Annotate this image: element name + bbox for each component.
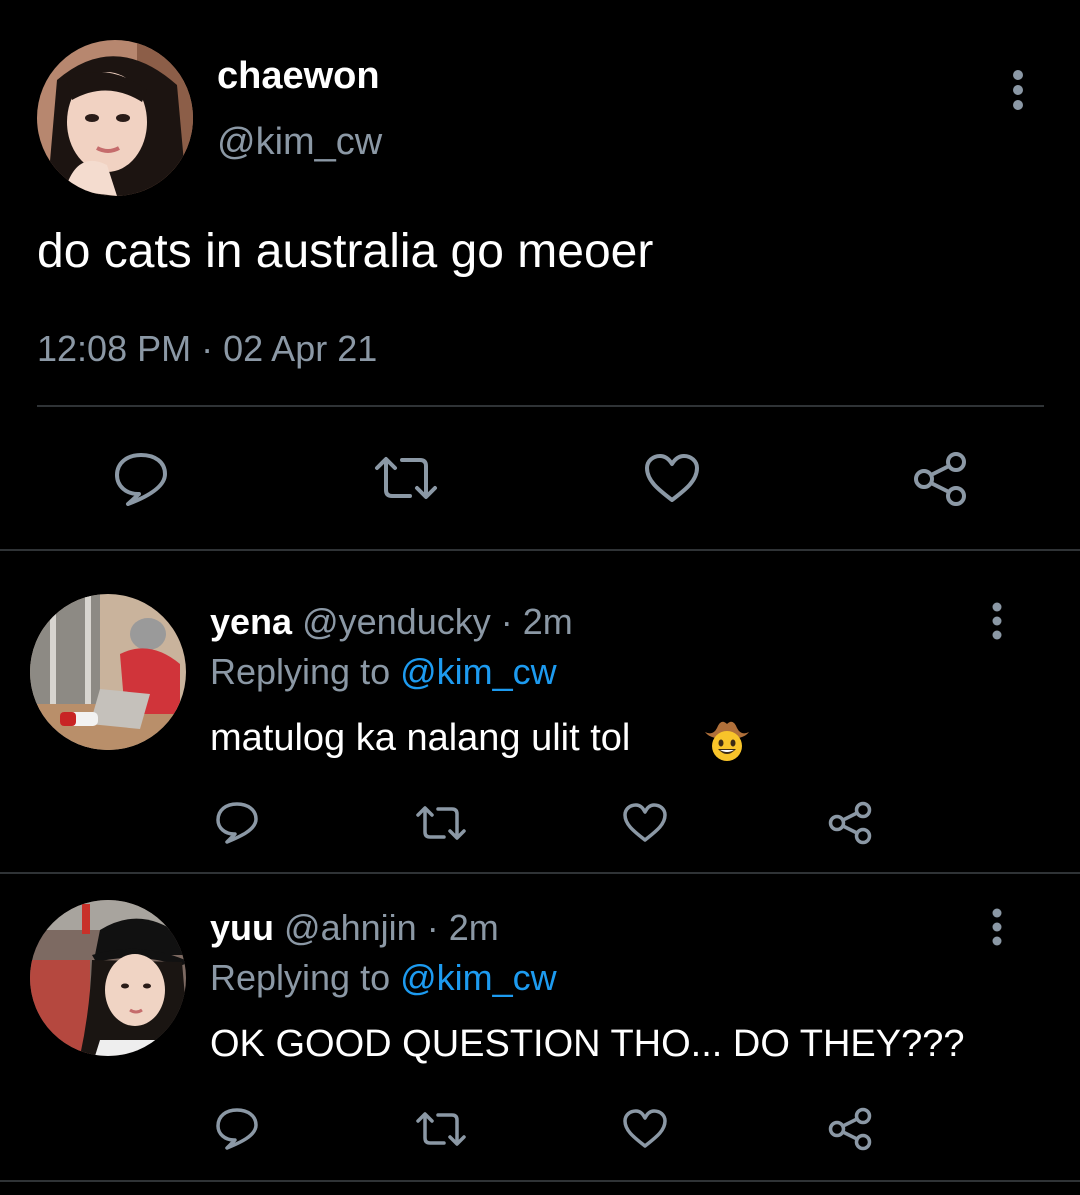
like-icon[interactable] <box>622 1108 668 1150</box>
more-vertical-icon[interactable] <box>982 600 1012 642</box>
replying-to-line: Replying to @kim_cw <box>210 650 557 694</box>
meta-separator: · <box>500 601 513 642</box>
like-icon[interactable] <box>643 452 701 504</box>
section-separator <box>0 549 1080 551</box>
tweet-text: do cats in australia go meoer <box>37 225 654 278</box>
reply-age: 2m <box>522 601 573 642</box>
reply-icon[interactable] <box>112 450 170 506</box>
reply-avatar[interactable] <box>30 594 186 750</box>
author-handle[interactable]: @kim_cw <box>217 118 382 166</box>
reply-handle[interactable]: @ahnjin <box>284 907 417 948</box>
more-vertical-icon[interactable] <box>982 906 1012 948</box>
reply-icon[interactable] <box>214 1106 260 1150</box>
retweet-icon[interactable] <box>372 452 440 504</box>
share-icon[interactable] <box>826 1106 874 1152</box>
replying-to-label: Replying to <box>210 651 391 692</box>
replying-to-label: Replying to <box>210 957 391 998</box>
replying-to-line: Replying to @kim_cw <box>210 956 557 1000</box>
reply-header: yuu @ahnjin · 2m <box>210 906 499 950</box>
reply-text: OK GOOD QUESTION THO... DO THEY??? <box>210 1023 965 1065</box>
cowboy-face-emoji <box>703 716 751 767</box>
share-icon[interactable] <box>910 450 970 508</box>
author-avatar[interactable] <box>37 40 193 196</box>
replying-to-mention[interactable]: @kim_cw <box>400 651 557 692</box>
section-separator <box>0 1180 1080 1182</box>
reply-display-name[interactable]: yuu <box>210 907 274 948</box>
reply-avatar[interactable] <box>30 900 186 1056</box>
reply-icon[interactable] <box>214 800 260 844</box>
meta-separator: · <box>426 907 439 948</box>
tweet-time: 12:08 PM <box>37 328 192 369</box>
tweet-date: 02 Apr 21 <box>223 328 378 369</box>
reply-header: yena @yenducky · 2m <box>210 600 573 644</box>
share-icon[interactable] <box>826 800 874 846</box>
retweet-icon[interactable] <box>414 802 468 844</box>
author-display-name[interactable]: chaewon <box>217 52 380 100</box>
section-separator <box>0 872 1080 874</box>
retweet-icon[interactable] <box>414 1108 468 1150</box>
reply-display-name[interactable]: yena <box>210 601 292 642</box>
divider <box>37 405 1044 407</box>
reply-age: 2m <box>448 907 499 948</box>
meta-separator: · <box>201 328 214 369</box>
reply-handle[interactable]: @yenducky <box>302 601 491 642</box>
replying-to-mention[interactable]: @kim_cw <box>400 957 557 998</box>
like-icon[interactable] <box>622 802 668 844</box>
more-vertical-icon[interactable] <box>1000 68 1036 112</box>
reply-text: matulog ka nalang ulit tol <box>210 717 631 759</box>
tweet-timestamp[interactable]: 12:08 PM · 02 Apr 21 <box>37 326 377 372</box>
reply-text-line: matulog ka nalang ulit tol <box>210 714 630 762</box>
